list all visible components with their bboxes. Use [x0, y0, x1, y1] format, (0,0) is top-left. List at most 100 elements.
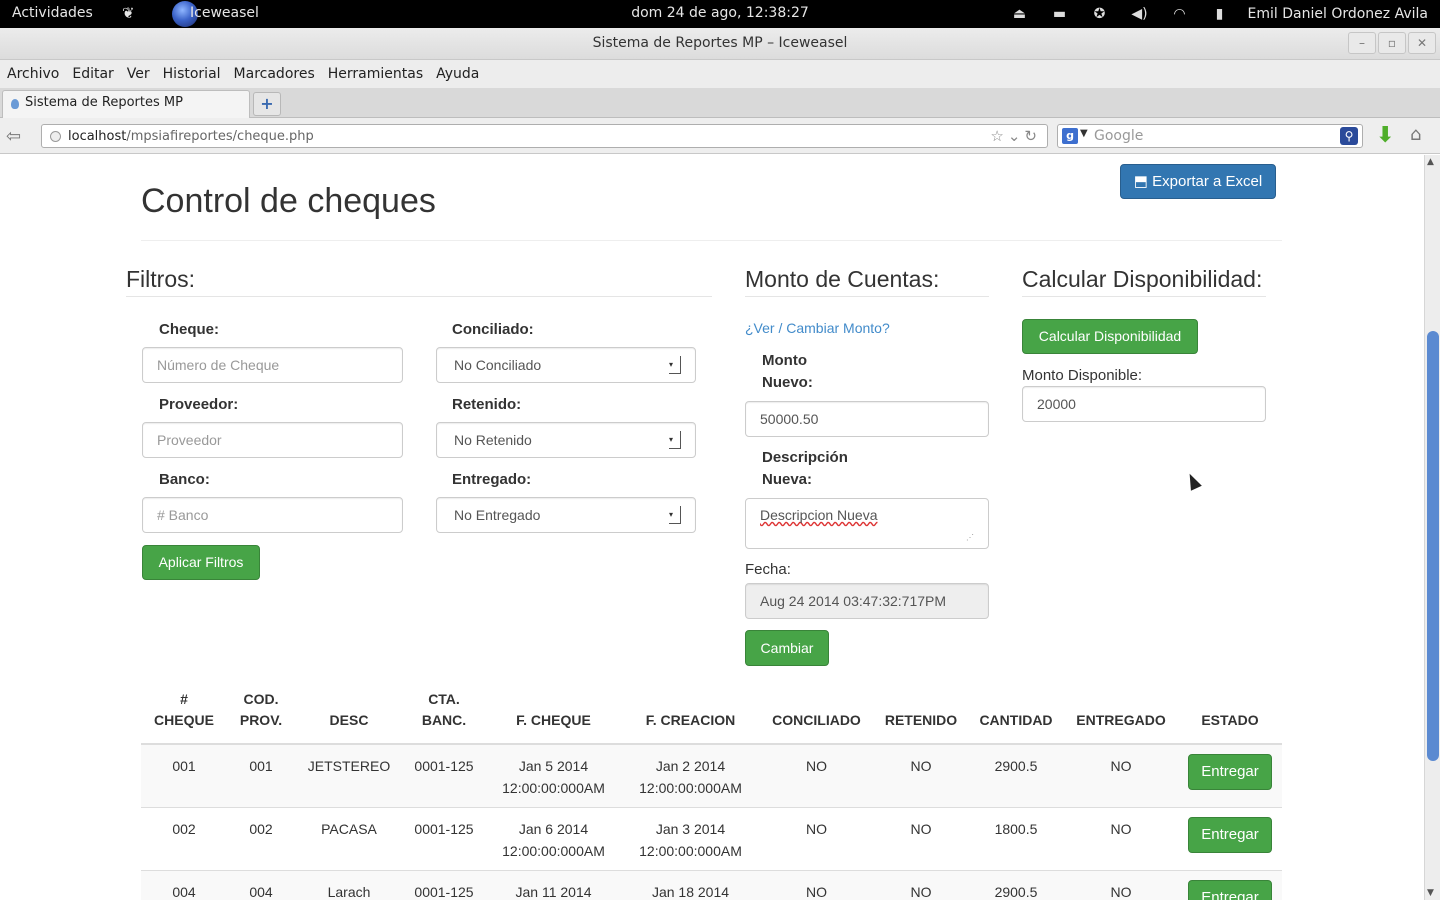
page-title: Control de cheques — [141, 182, 436, 220]
accessibility-icon[interactable]: ✪ — [1080, 6, 1120, 22]
col-f-creacion[interactable]: F. CREACION — [622, 685, 759, 745]
cell-estado: Entregar — [1178, 870, 1282, 900]
maximize-icon[interactable]: ▫ — [1378, 32, 1406, 54]
menu-archivo[interactable]: Archivo — [7, 66, 59, 82]
home-icon[interactable]: ⌂ — [1410, 124, 1421, 145]
history-dropdown-icon[interactable]: ⌄ — [1008, 127, 1025, 145]
col-cod-prov[interactable]: COD. PROV. — [227, 685, 295, 745]
cell-cta: 0001-125 — [403, 743, 485, 808]
activities-button[interactable]: Actividades — [12, 5, 93, 21]
retenido-select[interactable]: No Retenido ▾ — [436, 422, 696, 458]
close-icon[interactable]: ✕ — [1408, 32, 1436, 54]
cell-f-cheque: Jan 5 2014 12:00:00:000AM — [485, 743, 622, 808]
gnome-foot-icon[interactable]: ❦ — [122, 4, 135, 22]
col-entregado[interactable]: ENTREGADO — [1064, 685, 1178, 745]
banco-input[interactable]: # Banco — [142, 497, 403, 533]
menu-historial[interactable]: Historial — [163, 66, 221, 82]
cell-cheque: 004 — [141, 870, 227, 900]
scrollbar-thumb[interactable] — [1427, 331, 1439, 761]
fecha-label: Fecha: — [745, 561, 791, 578]
cell-conciliado: NO — [759, 743, 874, 808]
cell-desc: PACASA — [295, 807, 403, 871]
clock[interactable]: dom 24 de ago, 12:38:27 — [631, 5, 809, 21]
vertical-scrollbar[interactable]: ▲ ▼ — [1424, 155, 1440, 900]
retenido-label: Retenido: — [452, 396, 522, 413]
entregar-button[interactable]: Entregar — [1188, 754, 1272, 790]
proveedor-input[interactable]: Proveedor — [142, 422, 403, 458]
search-bar[interactable]: g ▼ Google ⚲ — [1057, 124, 1363, 148]
table-row: 001 001 JETSTEREO 0001-125 Jan 5 2014 12:… — [141, 743, 1282, 808]
navigation-bar: ⇦ localhost/mpsiafireportes/cheque.php ☆… — [0, 118, 1440, 154]
col-conciliado[interactable]: CONCILIADO — [759, 685, 874, 745]
col-cheque[interactable]: # CHEQUE — [141, 685, 227, 745]
col-f-cheque[interactable]: F. CHEQUE — [485, 685, 622, 745]
bookmark-star-icon[interactable]: ☆ — [990, 127, 1007, 145]
entregado-value: No Entregado — [454, 507, 541, 523]
new-tab-button[interactable]: + — [253, 92, 281, 116]
col-desc[interactable]: DESC — [295, 685, 403, 745]
apply-filters-button[interactable]: Aplicar Filtros — [142, 545, 260, 580]
disponibilidad-title: Calcular Disponibilidad: — [1022, 266, 1263, 292]
menu-herramientas[interactable]: Herramientas — [328, 66, 423, 82]
proveedor-label: Proveedor: — [159, 396, 239, 413]
cell-cantidad: 1800.5 — [968, 807, 1064, 871]
entregado-select[interactable]: No Entregado ▾ — [436, 497, 696, 533]
descripcion-nueva-label: Descripción Nueva: — [762, 449, 848, 488]
tab-sistema-reportes[interactable]: Sistema de Reportes MP — [2, 90, 250, 118]
menu-marcadores[interactable]: Marcadores — [234, 66, 315, 82]
change-amount-link[interactable]: ¿Ver / Cambiar Monto? — [745, 320, 890, 336]
cheque-input[interactable]: Número de Cheque — [142, 347, 403, 383]
search-icon[interactable]: ⚲ — [1340, 127, 1358, 145]
download-icon[interactable]: ⬇ — [1376, 123, 1394, 148]
resize-grip-icon[interactable]: ⋰ — [966, 533, 974, 542]
cell-prov: 004 — [227, 870, 295, 900]
eject-icon[interactable]: ⏏ — [1000, 6, 1040, 22]
volume-icon[interactable]: ◀) — [1120, 6, 1160, 22]
monto-disponible-input[interactable]: 20000 — [1022, 386, 1266, 422]
scroll-down-icon[interactable]: ▼ — [1427, 888, 1434, 898]
entregado-label: Entregado: — [452, 471, 532, 488]
menu-ver[interactable]: Ver — [127, 66, 150, 82]
mouse-cursor-icon — [1184, 471, 1202, 491]
descripcion-nueva-textarea[interactable]: Descripcion Nueva ⋰ — [745, 498, 989, 549]
export-excel-button[interactable]: ⬒ Exportar a Excel — [1120, 164, 1276, 199]
google-engine-icon[interactable]: g — [1062, 128, 1078, 144]
address-bar[interactable]: localhost/mpsiafireportes/cheque.php ☆⌄↻ — [41, 124, 1048, 148]
cell-estado: Entregar — [1178, 743, 1282, 808]
search-input[interactable]: Google — [1094, 128, 1143, 144]
favicon-icon — [11, 99, 19, 109]
menu-editar[interactable]: Editar — [72, 66, 113, 82]
col-cta-banc[interactable]: CTA. BANC. — [403, 685, 485, 745]
back-arrow-icon[interactable]: ⇦ — [6, 126, 21, 147]
col-cantidad[interactable]: CANTIDAD — [968, 685, 1064, 745]
cell-desc: JETSTEREO — [295, 743, 403, 808]
app-menu[interactable]: Iceweasel — [190, 5, 259, 21]
chevron-down-icon[interactable]: ▼ — [1080, 128, 1088, 139]
wifi-icon[interactable]: ◠ — [1160, 6, 1200, 22]
descripcion-nueva-value: Descripcion Nueva — [760, 507, 878, 523]
scroll-up-icon[interactable]: ▲ — [1427, 157, 1434, 167]
folder-icon[interactable]: ▬ — [1040, 6, 1080, 22]
monto-nuevo-input[interactable]: 50000.50 — [745, 401, 989, 437]
site-identity-icon[interactable] — [50, 131, 61, 142]
conciliado-select[interactable]: No Conciliado ▾ — [436, 347, 696, 383]
battery-icon[interactable]: ▮ — [1200, 6, 1240, 22]
entregar-button[interactable]: Entregar — [1188, 817, 1272, 853]
calcular-disponibilidad-button[interactable]: Calcular Disponibilidad — [1022, 319, 1198, 354]
cell-cheque: 001 — [141, 743, 227, 808]
col-estado[interactable]: ESTADO — [1178, 685, 1282, 745]
cell-conciliado: NO — [759, 807, 874, 871]
menu-bar: Archivo Editar Ver Historial Marcadores … — [0, 60, 1440, 88]
minimize-icon[interactable]: – — [1348, 32, 1376, 54]
cell-f-cheque: Jan 6 2014 12:00:00:000AM — [485, 807, 622, 871]
reload-icon[interactable]: ↻ — [1024, 127, 1041, 145]
url-host: localhost — [68, 129, 127, 144]
window-title-bar: Sistema de Reportes MP – Iceweasel – ▫ ✕ — [0, 28, 1440, 60]
menu-ayuda[interactable]: Ayuda — [436, 66, 479, 82]
cell-cta: 0001-125 — [403, 807, 485, 871]
cambiar-button[interactable]: Cambiar — [745, 630, 829, 666]
entregar-button[interactable]: Entregar — [1188, 880, 1272, 900]
col-retenido[interactable]: RETENIDO — [874, 685, 968, 745]
cell-conciliado: NO — [759, 870, 874, 900]
user-menu[interactable]: Emil Daniel Ordonez Avila — [1248, 6, 1428, 22]
